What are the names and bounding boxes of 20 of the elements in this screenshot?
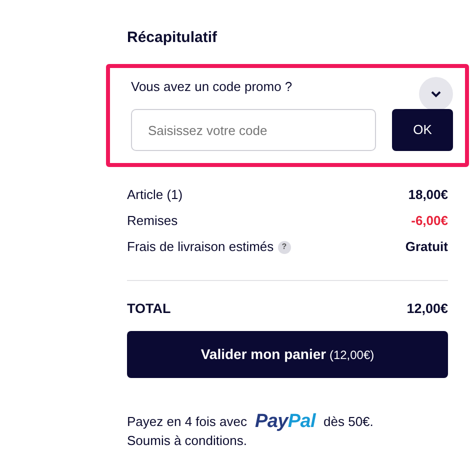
paypal-text: Payez en 4 fois avec bbox=[127, 413, 247, 432]
chevron-icon bbox=[431, 90, 441, 98]
promo-code-field[interactable]: Saisissez votre code bbox=[131, 109, 376, 151]
help-icon[interactable]: ? bbox=[278, 240, 291, 254]
total-value: 12,00€ bbox=[406, 300, 448, 318]
total-label: TOTAL bbox=[127, 300, 171, 318]
ok-button[interactable]: OK bbox=[392, 109, 453, 151]
checkout-button[interactable]: Valider mon panier (12,00€) bbox=[127, 331, 448, 378]
summary-value: -6,00€ bbox=[411, 212, 448, 230]
conditions-note: Soumis à conditions. bbox=[127, 432, 248, 450]
summary-label: Frais de livraison estimés bbox=[127, 238, 274, 256]
paypal-logo: PayPal bbox=[254, 412, 316, 432]
summary-value: Gratuit bbox=[405, 238, 448, 256]
summary-label: Article (1) bbox=[127, 186, 183, 204]
expand-button[interactable] bbox=[419, 77, 453, 111]
promo-question: Vous avez un code promo ? bbox=[131, 78, 292, 96]
summary-value: 18,00€ bbox=[408, 186, 448, 204]
summary-title: Récapitulatif bbox=[127, 28, 218, 48]
paypal-text: dès 50€. bbox=[324, 413, 374, 432]
summary-label: Remises bbox=[127, 212, 178, 230]
